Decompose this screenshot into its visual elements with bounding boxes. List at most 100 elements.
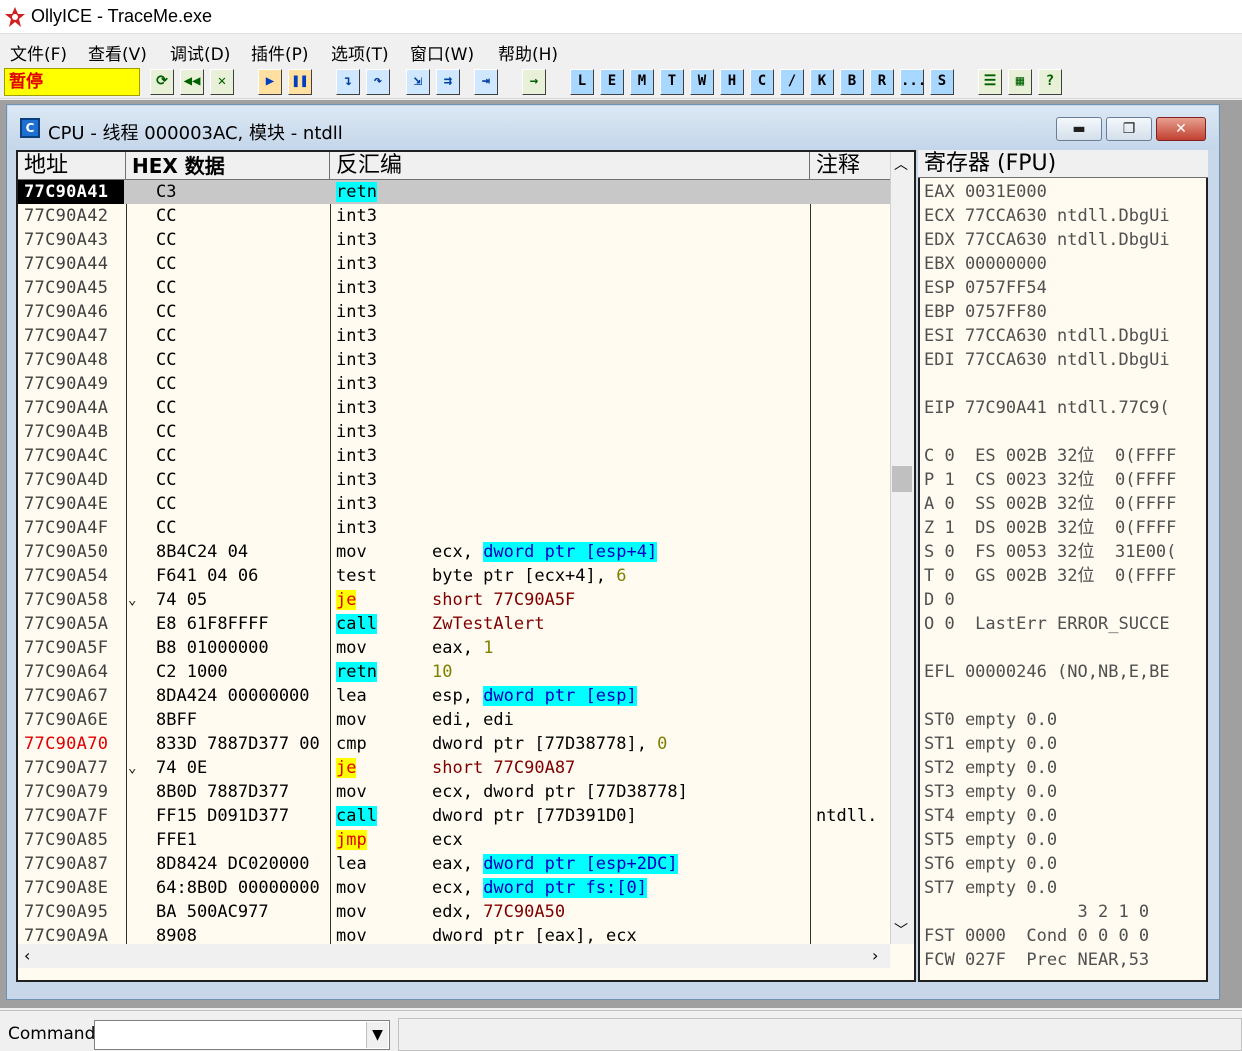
disassembly-pane[interactable]: 地址 HEX 数据 反汇编 注释 77C90A41 C3 retn 77C90A42 C… <box>16 150 916 982</box>
disasm-row[interactable]: 77C90A79 8B0D 7887D377 mov ecx, dword ptr [… <box>18 780 892 804</box>
tool-runtrace-button[interactable]: ... <box>900 69 926 95</box>
disasm-scroll-thumb[interactable] <box>892 466 912 492</box>
disasm-row[interactable]: 77C90A5A E8 61F8FFFF call ZwTestAlert <box>18 612 892 636</box>
tool-memory-button[interactable]: M <box>630 69 654 95</box>
menu-window[interactable]: 窗口(W) <box>410 40 474 65</box>
disasm-row[interactable]: 77C90A70 833D 7887D377 00 cmp dword ptr [77… <box>18 732 892 756</box>
register-line[interactable]: T 0 GS 002B 32位 0(FFFF <box>924 564 1176 588</box>
menu-plugins[interactable]: 插件(P) <box>251 40 309 65</box>
register-line[interactable]: ST3 empty 0.0 <box>924 780 1057 804</box>
tool-modules-button[interactable]: E <box>600 69 624 95</box>
menu-options[interactable]: 选项(T) <box>331 40 389 65</box>
register-line[interactable]: D 0 <box>924 588 955 612</box>
disasm-row[interactable]: 77C90A6E 8BFF mov edi, edi <box>18 708 892 732</box>
disasm-row[interactable]: 77C90A87 8D8424 DC020000 lea eax, dword ptr… <box>18 852 892 876</box>
register-line[interactable]: ST6 empty 0.0 <box>924 852 1057 876</box>
pause-icon[interactable]: ❚❚ <box>288 69 312 95</box>
tool-cpu-button[interactable]: C <box>750 69 774 95</box>
register-line[interactable]: ECX 77CCA630 ntdll.DbgUi <box>924 204 1170 228</box>
scroll-down-icon[interactable]: ﹀ <box>894 920 908 940</box>
disasm-row[interactable]: 77C90A4B CC int3 <box>18 420 892 444</box>
disasm-row[interactable]: 77C90A43 CC int3 <box>18 228 892 252</box>
disasm-row[interactable]: 77C90A54 F641 04 06 test byte ptr [ecx+4], … <box>18 564 892 588</box>
disasm-row[interactable]: 77C90A48 CC int3 <box>18 348 892 372</box>
trace-into-icon[interactable]: ⇲ <box>406 69 430 95</box>
restore-button[interactable]: ❐ <box>1106 117 1152 141</box>
register-line[interactable]: S 0 FS 0053 32位 31E00( <box>924 540 1176 564</box>
register-line[interactable]: EIP 77C90A41 ntdll.77C9( <box>924 396 1170 420</box>
register-line[interactable]: EDX 77CCA630 ntdll.DbgUi <box>924 228 1170 252</box>
register-line[interactable]: EDI 77CCA630 ntdll.DbgUi <box>924 348 1170 372</box>
step-over-icon[interactable]: ↷ <box>366 69 390 95</box>
command-input[interactable] <box>94 1020 390 1050</box>
menu-view[interactable]: 查看(V) <box>88 40 147 65</box>
disasm-row[interactable]: 77C90A44 CC int3 <box>18 252 892 276</box>
tool-handles-button[interactable]: H <box>720 69 744 95</box>
register-line[interactable]: ST5 empty 0.0 <box>924 828 1057 852</box>
register-line[interactable]: 3 2 1 0 <box>924 900 1150 924</box>
register-line[interactable]: P 1 CS 0023 32位 0(FFFF <box>924 468 1176 492</box>
disasm-row[interactable]: 77C90A4D CC int3 <box>18 468 892 492</box>
register-line[interactable]: ST2 empty 0.0 <box>924 756 1057 780</box>
tool-callstack-button[interactable]: K <box>810 69 834 95</box>
disasm-row[interactable]: 77C90A4F CC int3 <box>18 516 892 540</box>
menu-help[interactable]: 帮助(H) <box>498 40 558 65</box>
disasm-row[interactable]: 77C90A4C CC int3 <box>18 444 892 468</box>
register-line[interactable]: ST0 empty 0.0 <box>924 708 1057 732</box>
header-hex[interactable]: HEX 数据 <box>126 152 330 180</box>
disasm-horizontal-scrollbar[interactable] <box>18 944 890 968</box>
disasm-row[interactable]: 77C90A45 CC int3 <box>18 276 892 300</box>
trace-over-icon[interactable]: ⇉ <box>436 69 460 95</box>
header-comment[interactable]: 注释 <box>810 152 892 180</box>
registers-header[interactable]: 寄存器 (FPU) <box>918 150 1208 178</box>
disasm-row[interactable]: 77C90A41 C3 retn <box>18 180 892 204</box>
open-icon[interactable]: ⟳ <box>150 69 174 95</box>
header-address[interactable]: 地址 <box>18 152 126 180</box>
disasm-row[interactable]: 77C90A4E CC int3 <box>18 492 892 516</box>
register-line[interactable]: EBX 00000000 <box>924 252 1047 276</box>
register-line[interactable]: ESP 0757FF54 <box>924 276 1047 300</box>
disasm-row[interactable]: 77C90A46 CC int3 <box>18 300 892 324</box>
disasm-row[interactable]: 77C90A64 C2 1000 retn 10 <box>18 660 892 684</box>
disasm-row[interactable]: 77C90A47 CC int3 <box>18 324 892 348</box>
tool-threads-button[interactable]: T <box>660 69 684 95</box>
disasm-row[interactable]: 77C90A7F FF15 D091D377 call dword ptr [77D3… <box>18 804 892 828</box>
grid-icon[interactable]: ▦ <box>1008 69 1032 95</box>
disasm-row[interactable]: 77C90A49 CC int3 <box>18 372 892 396</box>
command-dropdown-icon[interactable]: ▼ <box>366 1022 388 1048</box>
run-icon[interactable]: ▶ <box>258 69 282 95</box>
window-close-button[interactable]: ✕ <box>1156 117 1206 141</box>
register-line[interactable]: EAX 0031E000 <box>924 180 1047 204</box>
disasm-row[interactable]: 77C90A58 ⌄ 74 05 je short 77C90A5F <box>18 588 892 612</box>
tool-breakpoints-button[interactable]: B <box>840 69 864 95</box>
register-line[interactable]: ST1 empty 0.0 <box>924 732 1057 756</box>
minimize-button[interactable]: ▬ <box>1056 117 1102 141</box>
list-icon[interactable]: ☰ <box>978 69 1002 95</box>
tool-log-button[interactable]: L <box>570 69 594 95</box>
header-disasm[interactable]: 反汇编 <box>330 152 810 180</box>
register-line[interactable]: EBP 0757FF80 <box>924 300 1047 324</box>
register-line[interactable]: O 0 LastErr ERROR_SUCCE <box>924 612 1170 636</box>
menu-debug[interactable]: 调试(D) <box>170 40 230 65</box>
register-line[interactable]: EFL 00000246 (NO,NB,E,BE <box>924 660 1170 684</box>
disasm-row[interactable]: 77C90A67 8DA424 00000000 lea esp, dword ptr… <box>18 684 892 708</box>
register-line[interactable]: ST4 empty 0.0 <box>924 804 1057 828</box>
tool-windows-button[interactable]: W <box>690 69 714 95</box>
register-line[interactable]: C 0 ES 002B 32位 0(FFFF <box>924 444 1176 468</box>
disasm-row[interactable]: 77C90A77 ⌄ 74 0E je short 77C90A87 <box>18 756 892 780</box>
help-icon[interactable]: ? <box>1038 69 1062 95</box>
tool-patches-button[interactable]: / <box>780 69 804 95</box>
disasm-row[interactable]: 77C90A4A CC int3 <box>18 396 892 420</box>
restart-icon[interactable]: ◀◀ <box>180 69 204 95</box>
disasm-row[interactable]: 77C90A85 FFE1 jmp ecx <box>18 828 892 852</box>
register-line[interactable]: FCW 027F Prec NEAR,53 <box>924 948 1149 972</box>
menu-file[interactable]: 文件(F) <box>10 40 67 65</box>
disasm-row[interactable]: 77C90A5F B8 01000000 mov eax, 1 <box>18 636 892 660</box>
close-icon[interactable]: ✕ <box>210 69 234 95</box>
disasm-row[interactable]: 77C90A95 BA 500AC977 mov edx, 77C90A50 <box>18 900 892 924</box>
tool-source-button[interactable]: S <box>930 69 954 95</box>
register-line[interactable]: FST 0000 Cond 0 0 0 0 <box>924 924 1149 948</box>
disasm-vertical-scrollbar[interactable] <box>890 152 914 944</box>
disasm-row[interactable]: 77C90A42 CC int3 <box>18 204 892 228</box>
scroll-right-icon[interactable]: › <box>872 946 878 965</box>
